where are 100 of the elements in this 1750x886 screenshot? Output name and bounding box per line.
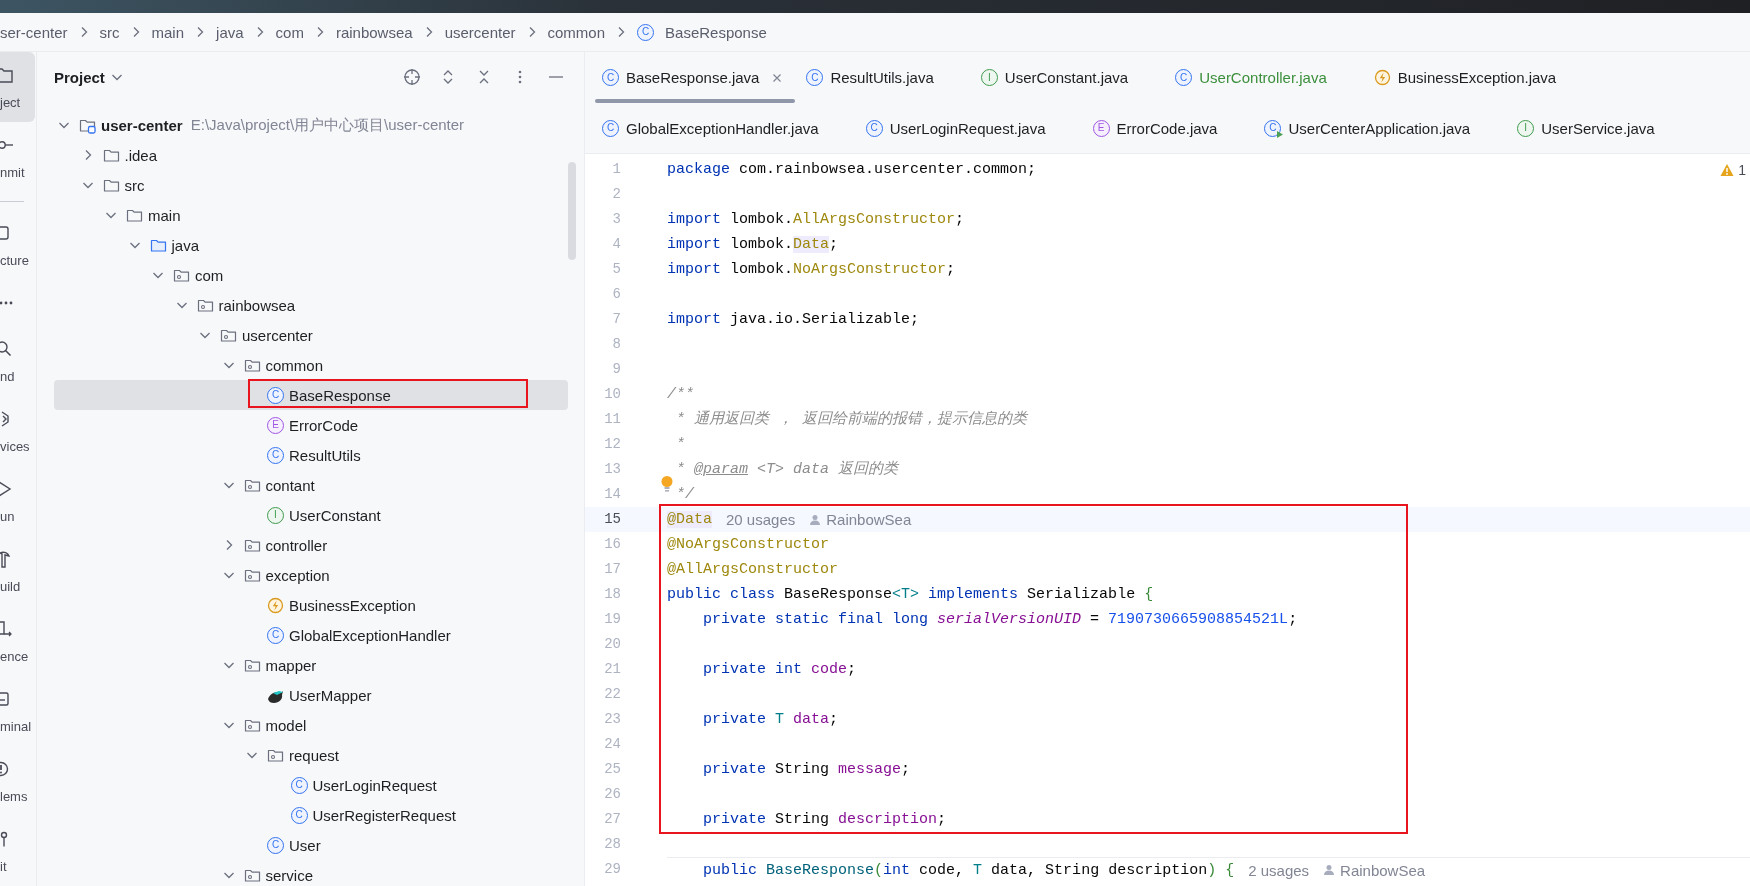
tree-item[interactable]: request [54, 740, 568, 770]
code-line: private String description; [702, 810, 947, 830]
tree-item[interactable]: rainbowsea [54, 290, 568, 320]
breadcrumb-item[interactable]: usercenter [444, 23, 516, 41]
code-line: public class BaseResponse<T> implements Serializable { [667, 585, 1154, 605]
class-icon: C [267, 626, 284, 644]
lightning-icon [267, 596, 284, 614]
code-line: @NoArgsConstructor [667, 535, 830, 555]
tree-item[interactable]: BusinessException [54, 590, 568, 620]
code-line: public BaseResponse(int code, T data, String description) { [702, 860, 1235, 881]
line-number: 15 [603, 510, 621, 529]
author-hint[interactable]: RainbowSea [1323, 857, 1426, 883]
search-icon [0, 339, 14, 359]
tree-item[interactable]: exception [54, 560, 568, 590]
breadcrumb-item[interactable]: com [275, 23, 304, 41]
tool-window-button[interactable]: nmit [0, 122, 36, 192]
folder-icon [0, 65, 14, 85]
line-number: 4 [611, 235, 621, 254]
tree-item[interactable]: contant [54, 470, 568, 500]
breadcrumb-item[interactable]: common [547, 23, 606, 41]
code-line: import lombok.AllArgsConstructor; [667, 210, 965, 230]
line-number: 27 [603, 810, 621, 829]
tree-item[interactable]: C GlobalExceptionHandler [54, 620, 568, 650]
code-line: import lombok.Data; [667, 235, 839, 255]
class-icon: C [637, 23, 655, 41]
editor-tab[interactable]: C GlobalExceptionHandler.java [593, 103, 857, 153]
tree-item[interactable]: controller [54, 530, 568, 560]
usages-link[interactable]: 2 usages [1248, 857, 1310, 883]
line-number: 20 [603, 635, 621, 654]
interface-icon: I [267, 506, 284, 524]
breadcrumb-item[interactable]: src [99, 23, 120, 41]
tool-window-button[interactable]: lems [0, 746, 36, 816]
tool-window-button[interactable]: un [0, 466, 36, 536]
usages-link[interactable]: 20 usages [726, 507, 796, 532]
tree-item[interactable]: model [54, 710, 568, 740]
tree-item[interactable]: C UserLoginRequest [54, 770, 568, 800]
code-line: @AllArgsConstructor [667, 560, 839, 580]
panel-title[interactable]: Project [54, 68, 105, 86]
tree-item[interactable]: main [54, 200, 568, 230]
line-number: 11 [603, 410, 621, 429]
tool-window-button[interactable]: minal [0, 676, 36, 746]
tree-item[interactable]: I UserConstant [54, 500, 568, 530]
breadcrumb-item[interactable]: main [151, 23, 185, 41]
tree-item[interactable]: UserMapper [54, 680, 568, 710]
scrollbar-thumb[interactable] [568, 162, 576, 260]
enum-icon: E [1092, 119, 1110, 137]
tree-item[interactable]: src [54, 170, 568, 200]
editor-tab[interactable]: C UserController.java [1166, 52, 1365, 103]
tree-item[interactable]: E ErrorCode [54, 410, 568, 440]
tree-item[interactable]: .idea [54, 140, 568, 170]
tool-window-button[interactable]: nd [0, 326, 36, 396]
line-number: 17 [603, 560, 621, 579]
code-line: * 通用返回类 ， 返回给前端的报错，提示信息的类 [675, 409, 1027, 430]
class-icon: C [602, 119, 619, 137]
editor-tab[interactable]: I UserService.java [1508, 103, 1693, 153]
class-icon: C [602, 69, 619, 86]
warning-counter[interactable]: 1 [1720, 162, 1746, 178]
tree-item[interactable]: service [54, 860, 568, 886]
tree-item[interactable]: usercenter [54, 320, 568, 350]
project-path: E:\Java\project\用户中心项目\user-center [190, 115, 465, 135]
tree-item[interactable]: com [54, 260, 568, 290]
line-number: 13 [603, 460, 621, 479]
tree-item[interactable]: C User [54, 830, 568, 860]
editor-tab[interactable]: C UserCenterApplication.java [1255, 103, 1509, 153]
code-line: private static final long serialVersionUID = 7190730665908854521L; [702, 610, 1298, 630]
editor-tab[interactable]: C ResultUtils.java [797, 52, 972, 103]
tree-item[interactable]: mapper [54, 650, 568, 680]
editor-tab[interactable]: I UserConstant.java [971, 52, 1167, 103]
class-icon: C [290, 806, 308, 824]
tool-window-button[interactable]: ject [0, 52, 35, 122]
locate-icon[interactable] [403, 68, 421, 86]
editor-tab[interactable]: C UserLoginRequest.java [856, 103, 1084, 153]
author-hint[interactable]: RainbowSea [809, 507, 912, 532]
editor-tab[interactable]: E ErrorCode.java [1083, 103, 1256, 153]
line-number: 5 [611, 260, 621, 279]
tree-item[interactable]: common [54, 350, 568, 380]
class-icon: C [267, 386, 284, 404]
tool-window-button[interactable]: ence [0, 606, 36, 676]
tree-item[interactable]: C UserRegisterRequest [54, 800, 568, 830]
tool-window-button[interactable]: uild [0, 536, 36, 606]
tool-window-button[interactable]: it [0, 816, 36, 886]
code-line: private String message; [702, 760, 911, 780]
editor-tab[interactable]: C BaseResponse.java [593, 52, 798, 103]
breadcrumb-item[interactable]: C BaseResponse [637, 23, 767, 41]
line-number: 28 [603, 835, 621, 854]
breadcrumb-item[interactable]: ser-center [0, 23, 68, 41]
breadcrumb-item[interactable]: java [216, 23, 244, 41]
class-icon: C [865, 119, 883, 137]
code-line: /** [667, 385, 694, 405]
tool-window-button[interactable]: cture [0, 210, 36, 280]
line-number: 23 [603, 710, 621, 729]
tree-item[interactable]: user-center E:\Java\project\用户中心项目\user-center [54, 110, 568, 140]
tree-item[interactable]: java [54, 230, 568, 260]
tree-item[interactable]: C ResultUtils [54, 440, 568, 470]
breadcrumb-item[interactable]: rainbowsea [335, 23, 413, 41]
tree-item[interactable]: C BaseResponse [54, 380, 568, 410]
enum-icon: E [267, 416, 284, 434]
interface-icon: I [1517, 119, 1535, 137]
editor-tab[interactable]: BusinessException.java [1364, 52, 1595, 103]
tool-window-button[interactable]: vices [0, 396, 36, 466]
